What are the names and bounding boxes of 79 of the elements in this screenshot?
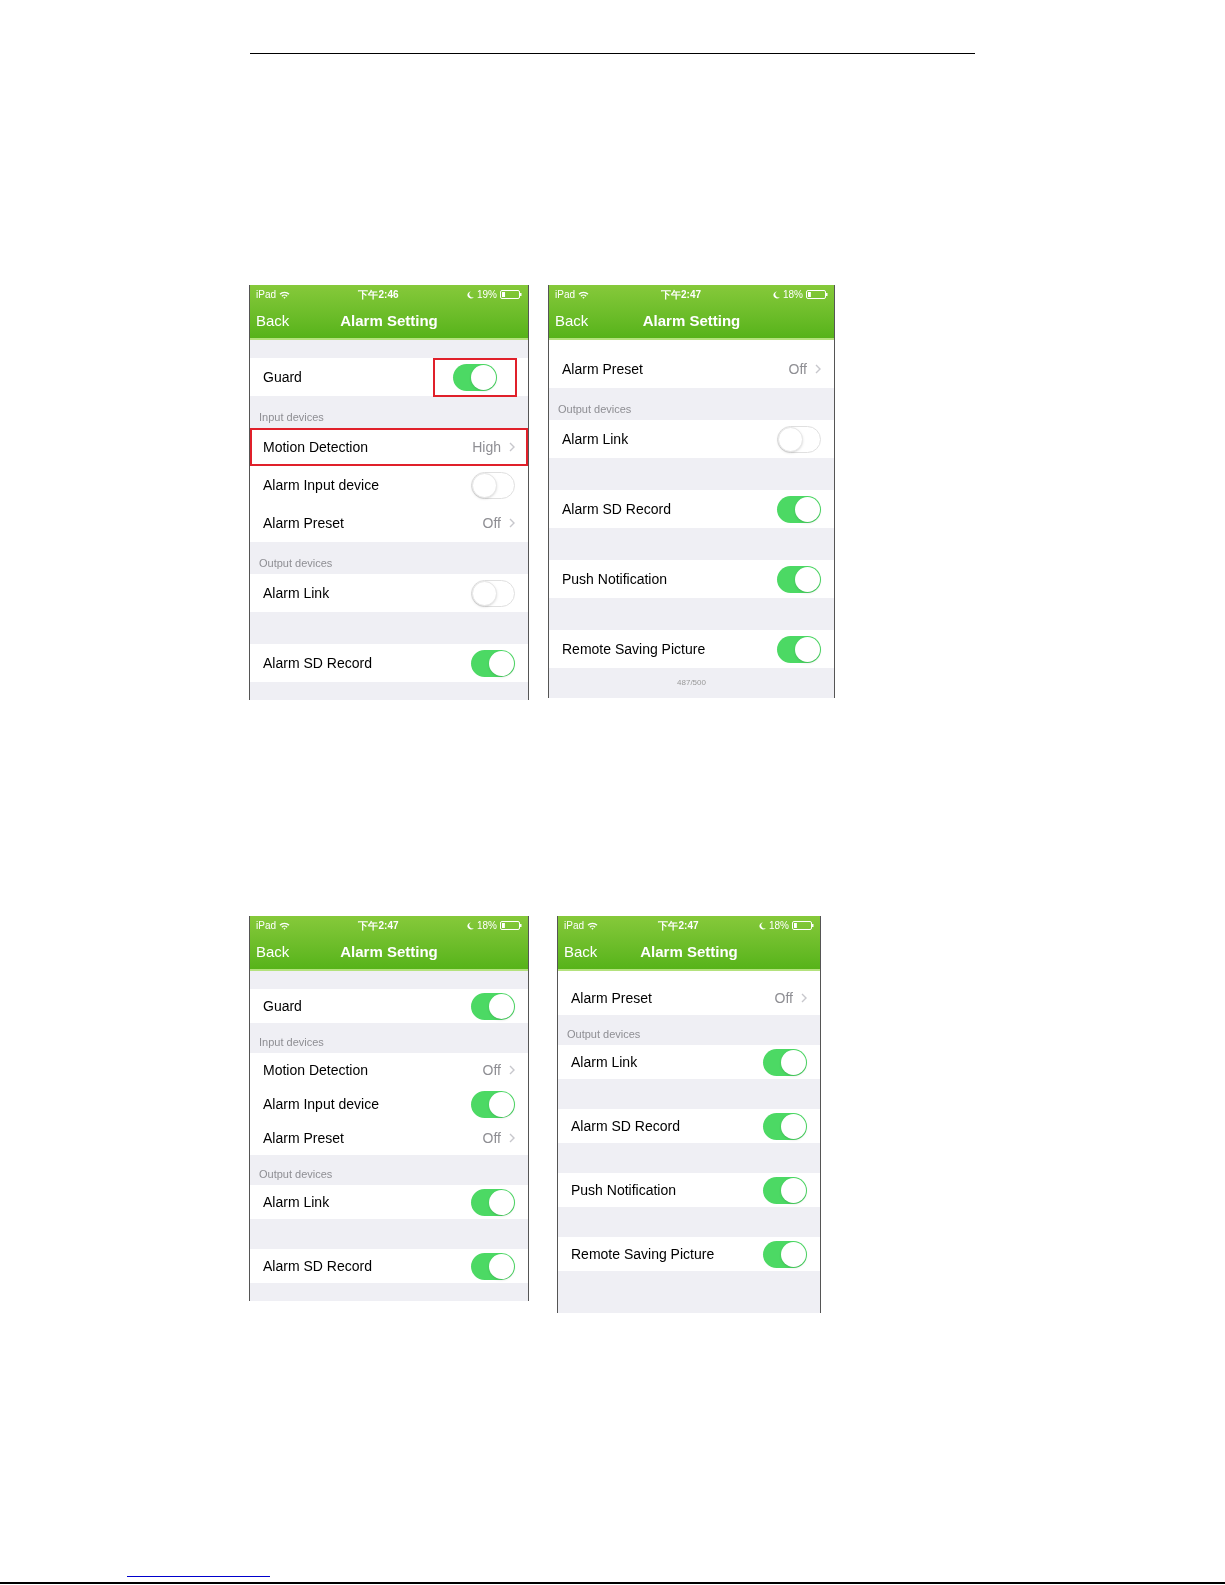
setting-row[interactable]: Alarm Preset Off xyxy=(250,1121,528,1155)
status-time: 下午2:46 xyxy=(358,288,399,302)
setting-label: Alarm Link xyxy=(263,1192,330,1212)
toggle-switch[interactable] xyxy=(471,1252,515,1280)
battery-percent: 18% xyxy=(782,288,803,302)
moon-icon xyxy=(772,290,780,299)
toggle-switch[interactable] xyxy=(471,1090,515,1118)
carrier-label: iPad xyxy=(256,919,276,933)
section-header: Input devices xyxy=(259,1034,324,1050)
setting-label: Remote Saving Picture xyxy=(562,639,706,659)
battery-icon xyxy=(500,921,522,930)
section-header: Output devices xyxy=(567,1026,641,1042)
toggle-switch[interactable] xyxy=(777,565,821,593)
toggle-switch[interactable] xyxy=(777,635,821,663)
wifi-icon xyxy=(279,290,290,299)
setting-label: Alarm Input device xyxy=(263,1094,379,1114)
battery-icon xyxy=(806,290,828,299)
carrier-label: iPad xyxy=(256,288,276,302)
moon-icon xyxy=(466,921,474,930)
chevron-icon xyxy=(815,364,821,374)
setting-label: Push Notification xyxy=(571,1180,677,1200)
chevron-icon xyxy=(801,993,807,1003)
moon-icon xyxy=(466,290,474,299)
toggle-switch[interactable] xyxy=(763,1048,807,1076)
screen-title: Alarm Setting xyxy=(640,941,738,962)
setting-label: Alarm Link xyxy=(562,429,629,449)
wifi-icon xyxy=(279,921,290,930)
setting-label: Alarm Input device xyxy=(263,475,379,495)
status-time: 下午2:47 xyxy=(661,288,701,302)
toggle-switch[interactable] xyxy=(471,1188,515,1216)
setting-label: Remote Saving Picture xyxy=(571,1244,715,1264)
screen-title: Alarm Setting xyxy=(340,310,438,331)
setting-label: Push Notification xyxy=(562,569,668,589)
toggle-switch[interactable] xyxy=(453,363,497,391)
chevron-icon xyxy=(509,1133,515,1143)
setting-row[interactable]: Alarm Preset Off xyxy=(250,504,528,542)
section-header: Input devices xyxy=(259,409,324,425)
screen-title: Alarm Setting xyxy=(642,310,741,331)
toggle-switch[interactable] xyxy=(763,1240,807,1268)
setting-row[interactable]: Motion Detection High xyxy=(250,428,528,466)
toggle-switch[interactable] xyxy=(777,425,821,453)
setting-label: Alarm SD Record xyxy=(571,1116,680,1136)
toggle-switch[interactable] xyxy=(777,495,821,523)
toggle-switch[interactable] xyxy=(471,992,515,1020)
battery-percent: 18% xyxy=(768,919,789,933)
setting-label: Alarm SD Record xyxy=(263,653,372,673)
status-time: 下午2:47 xyxy=(658,919,699,933)
status-time: 下午2:47 xyxy=(358,919,399,933)
battery-percent: 18% xyxy=(476,919,497,933)
setting-label: Alarm SD Record xyxy=(562,499,671,519)
toggle-switch[interactable] xyxy=(763,1112,807,1140)
carrier-label: iPad xyxy=(564,919,584,933)
setting-label: Alarm SD Record xyxy=(263,1256,372,1276)
toggle-switch[interactable] xyxy=(471,471,515,499)
screen-title: Alarm Setting xyxy=(340,941,438,962)
toggle-switch[interactable] xyxy=(763,1176,807,1204)
setting-row[interactable]: Motion Detection Off xyxy=(250,1053,528,1087)
battery-icon xyxy=(792,921,814,930)
toggle-switch[interactable] xyxy=(471,649,515,677)
setting-label: Alarm Link xyxy=(571,1052,638,1072)
chevron-icon xyxy=(509,518,515,528)
section-header: Output devices xyxy=(259,1166,333,1182)
setting-row[interactable]: Alarm Preset Off xyxy=(558,981,820,1015)
count-label: 487/500 xyxy=(677,677,706,689)
setting-row[interactable]: Alarm Preset Off xyxy=(549,350,834,388)
wifi-icon xyxy=(578,290,589,299)
section-header: Output devices xyxy=(558,401,632,417)
chevron-icon xyxy=(509,1065,515,1075)
wifi-icon xyxy=(587,921,598,930)
setting-label: Guard xyxy=(263,996,302,1016)
battery-percent: 19% xyxy=(476,288,497,302)
battery-icon xyxy=(500,290,522,299)
chevron-icon xyxy=(509,442,515,452)
setting-label: Guard xyxy=(263,367,302,387)
moon-icon xyxy=(758,921,766,930)
section-header: Output devices xyxy=(259,555,333,571)
carrier-label: iPad xyxy=(555,288,575,302)
setting-label: Alarm Link xyxy=(263,583,330,603)
toggle-switch[interactable] xyxy=(471,579,515,607)
